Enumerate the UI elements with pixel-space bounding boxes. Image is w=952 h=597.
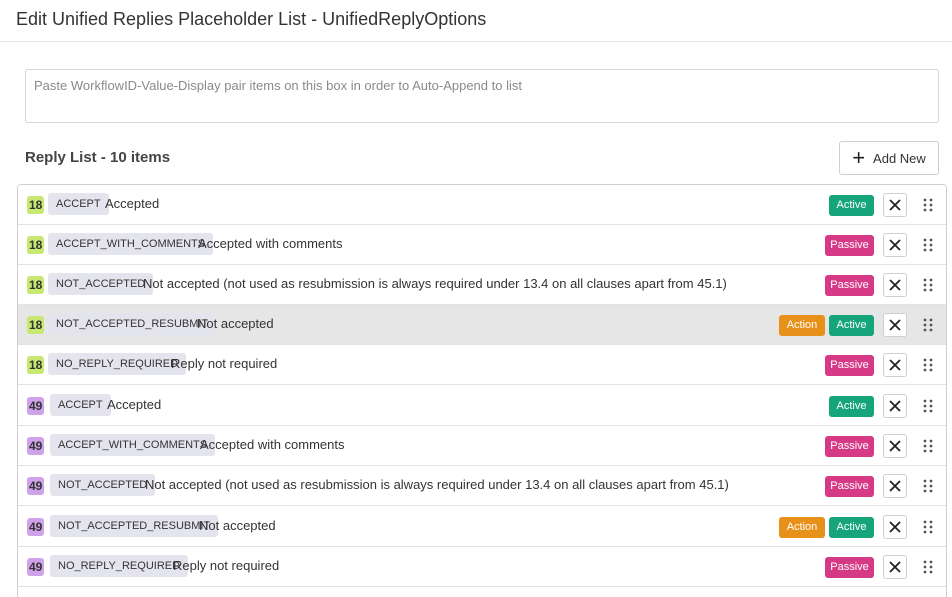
paste-input[interactable] xyxy=(25,69,939,123)
add-new-label: Add New xyxy=(873,150,926,166)
remove-button[interactable] xyxy=(883,273,907,297)
workflow-id-badge: 18 xyxy=(27,196,45,214)
close-icon xyxy=(889,440,901,452)
workflow-id-badge: 49 xyxy=(27,558,45,576)
list-item: 49 ACCEPT Accepted Active xyxy=(18,386,946,426)
remove-button[interactable] xyxy=(883,313,907,337)
close-icon xyxy=(889,359,901,371)
remove-button[interactable] xyxy=(883,515,907,539)
drag-handle-icon[interactable] xyxy=(922,398,934,414)
reply-code-tag: NOT_ACCEPTED xyxy=(48,273,154,295)
reply-display-text: Not accepted (not used as resubmission i… xyxy=(145,477,729,492)
list-item: 18 NOT_ACCEPTED_RESUBMIT Not accepted Ac… xyxy=(18,305,946,345)
status-badge[interactable]: Passive xyxy=(825,557,874,578)
drag-handle-icon[interactable] xyxy=(922,317,934,333)
reply-display-text: Reply not required xyxy=(171,356,278,371)
status-badge[interactable]: Active xyxy=(829,396,874,417)
drag-handle-icon[interactable] xyxy=(922,357,934,373)
close-icon xyxy=(889,561,901,573)
list-item: 49 ACCEPT_WITH_COMMENTS Accepted with co… xyxy=(18,426,946,466)
header: Edit Unified Replies Placeholder List - … xyxy=(0,0,952,42)
list-item: 18 ACCEPT Accepted Active xyxy=(18,185,946,225)
close-icon xyxy=(889,279,901,291)
drag-handle-icon[interactable] xyxy=(922,237,934,253)
reply-code-tag: NOT_ACCEPTED_RESUBMIT xyxy=(50,515,219,537)
add-new-button[interactable]: + Add New xyxy=(839,141,939,175)
list-item: 49 NO_REPLY_REQUIRED Reply not required … xyxy=(18,547,946,587)
status-badge[interactable]: Passive xyxy=(825,436,874,457)
action-badge[interactable]: Action xyxy=(779,315,825,336)
status-badge[interactable]: Passive xyxy=(825,476,874,497)
reply-list: 18 ACCEPT Accepted Active 18 ACCEPT_WITH… xyxy=(17,184,947,597)
action-badge[interactable]: Action xyxy=(779,517,825,538)
remove-button[interactable] xyxy=(883,474,907,498)
reply-display-text: Accepted xyxy=(105,196,160,211)
drag-handle-icon[interactable] xyxy=(922,277,934,293)
list-item: 18 ACCEPT_WITH_COMMENTS Accepted with co… xyxy=(18,225,946,265)
reply-code-tag: ACCEPT xyxy=(48,193,109,215)
drag-handle-icon[interactable] xyxy=(922,438,934,454)
reply-display-text: Not accepted xyxy=(197,316,274,331)
reply-code-tag: ACCEPT xyxy=(50,394,111,416)
status-badge[interactable]: Active xyxy=(829,315,874,336)
reply-display-text: Accepted with comments xyxy=(198,236,343,251)
status-badge[interactable]: Passive xyxy=(825,235,874,256)
list-item: 18 NOT_ACCEPTED Not accepted (not used a… xyxy=(18,265,946,305)
status-badge[interactable]: Passive xyxy=(825,275,874,296)
reply-display-text: Accepted xyxy=(107,397,162,412)
list-item: 49 NOT_ACCEPTED Not accepted (not used a… xyxy=(18,466,946,506)
status-badge[interactable]: Passive xyxy=(825,355,874,376)
workflow-id-badge: 18 xyxy=(27,276,45,294)
reply-display-text: Not accepted (not used as resubmission i… xyxy=(143,276,727,291)
workflow-id-badge: 18 xyxy=(27,316,45,334)
close-icon xyxy=(889,239,901,251)
list-title: Reply List - 10 items xyxy=(25,149,171,166)
drag-handle-icon[interactable] xyxy=(922,519,934,535)
close-icon xyxy=(889,521,901,533)
workflow-id-badge: 18 xyxy=(27,356,45,374)
remove-button[interactable] xyxy=(883,394,907,418)
workflow-id-badge: 49 xyxy=(27,477,45,495)
drag-handle-icon[interactable] xyxy=(922,478,934,494)
reply-code-tag: NOT_ACCEPTED_RESUBMIT xyxy=(48,313,217,335)
reply-display-text: Not accepted xyxy=(199,518,276,533)
plus-icon: + xyxy=(852,145,866,170)
drag-handle-icon[interactable] xyxy=(922,197,934,213)
reply-code-tag: NO_REPLY_REQUIRED xyxy=(48,353,187,375)
close-icon xyxy=(889,480,901,492)
workflow-id-badge: 18 xyxy=(27,236,45,254)
remove-button[interactable] xyxy=(883,434,907,458)
status-badge[interactable]: Active xyxy=(829,517,874,538)
workflow-id-badge: 49 xyxy=(27,518,45,536)
remove-button[interactable] xyxy=(883,555,907,579)
drag-handle-icon[interactable] xyxy=(922,559,934,575)
page-title: Edit Unified Replies Placeholder List - … xyxy=(16,9,487,29)
close-icon xyxy=(889,319,901,331)
workflow-id-badge: 49 xyxy=(27,397,45,415)
remove-button[interactable] xyxy=(883,193,907,217)
list-item: 49 NOT_ACCEPTED_RESUBMIT Not accepted Ac… xyxy=(18,507,946,547)
workflow-id-badge: 49 xyxy=(27,437,45,455)
list-item: 18 NO_REPLY_REQUIRED Reply not required … xyxy=(18,345,946,385)
reply-code-tag: ACCEPT_WITH_COMMENTS xyxy=(48,233,214,255)
reply-display-text: Accepted with comments xyxy=(200,437,345,452)
reply-code-tag: NO_REPLY_REQUIRED xyxy=(50,555,189,577)
reply-code-tag: NOT_ACCEPTED xyxy=(50,474,156,496)
status-badge[interactable]: Active xyxy=(829,195,874,216)
remove-button[interactable] xyxy=(883,353,907,377)
reply-code-tag: ACCEPT_WITH_COMMENTS xyxy=(50,434,216,456)
close-icon xyxy=(889,400,901,412)
remove-button[interactable] xyxy=(883,233,907,257)
reply-display-text: Reply not required xyxy=(173,558,280,573)
close-icon xyxy=(889,199,901,211)
